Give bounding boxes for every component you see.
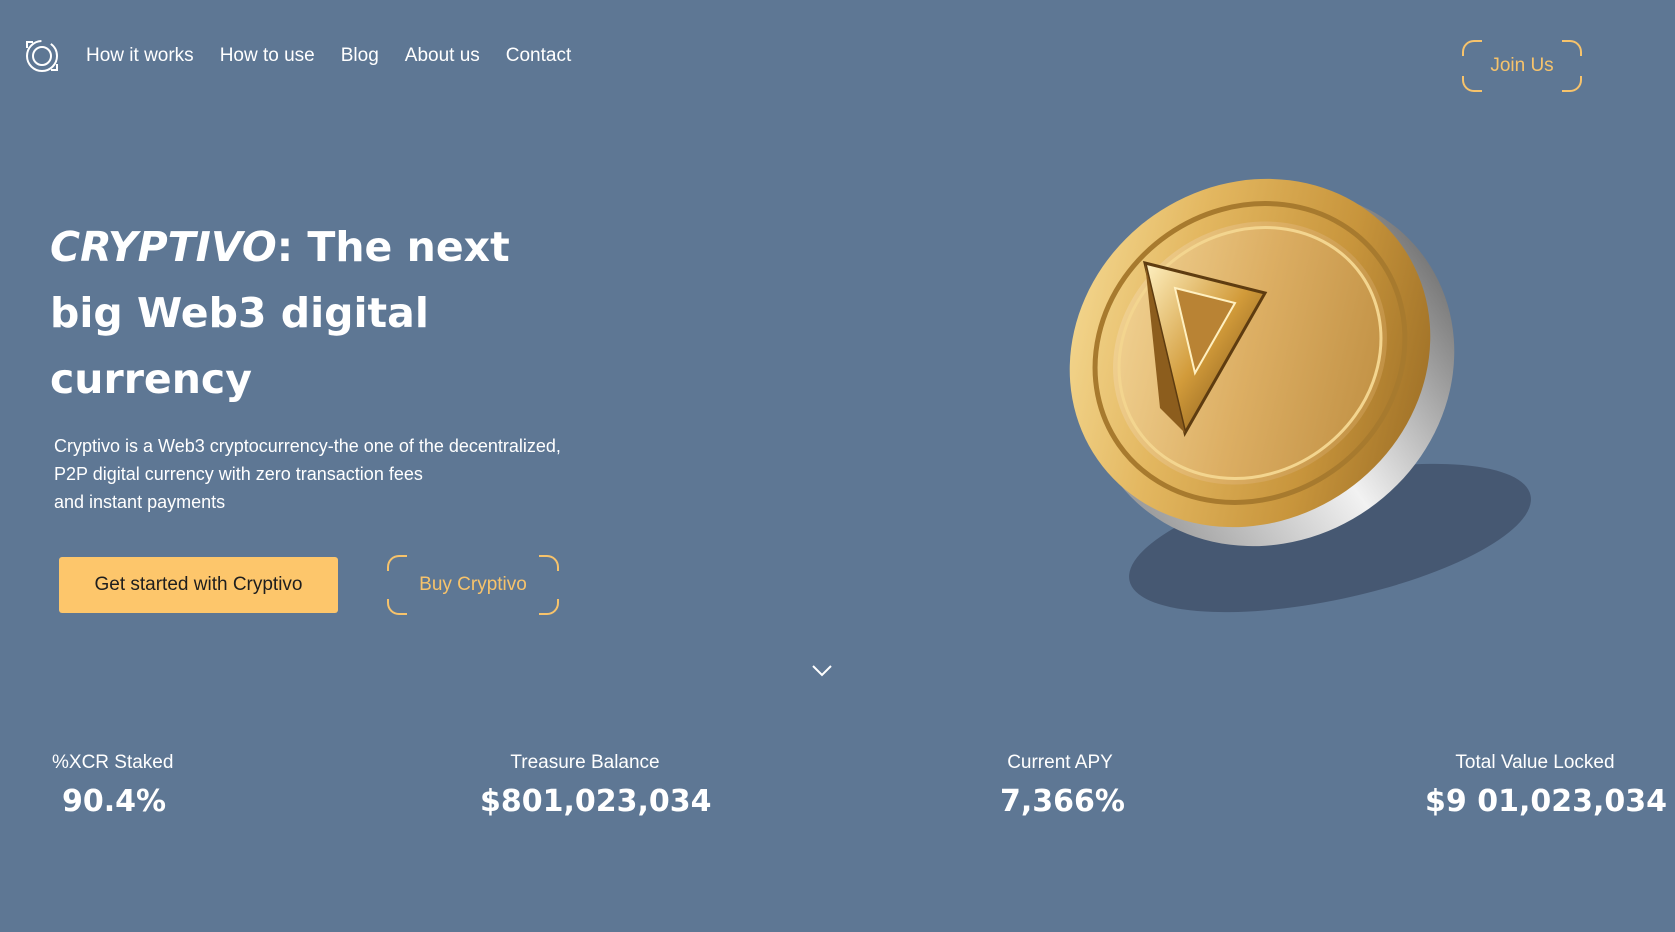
nav-link-about-us[interactable]: About us [405, 45, 480, 67]
hero-description-line: P2P digital currency with zero transacti… [54, 464, 423, 484]
stat-xcr-staked: %XCR Staked 90.4% [52, 752, 173, 819]
buy-cryptivo-label: Buy Cryptivo [419, 574, 527, 595]
join-us-label: Join Us [1490, 55, 1554, 76]
stat-value: $801,023,034 [480, 784, 712, 819]
hero-description-line: Cryptivo is a Web3 cryptocurrency-the on… [54, 436, 561, 456]
buy-cryptivo-button[interactable]: Buy Cryptivo [387, 555, 559, 615]
cryptivo-logo-icon[interactable] [24, 38, 60, 74]
hero-title-brand: CRYPTIVO [50, 223, 277, 271]
stat-total-value-locked: Total Value Locked $9 01,023,034 [1425, 752, 1667, 819]
stat-value: 90.4% [62, 784, 167, 819]
hero-description: Cryptivo is a Web3 cryptocurrency-the on… [54, 432, 614, 516]
hero-description-line: and instant payments [54, 492, 226, 512]
gold-coin-illustration [1069, 178, 1531, 613]
stat-value: $9 01,023,034 [1425, 784, 1667, 819]
join-us-button[interactable]: Join Us [1462, 40, 1582, 92]
nav-link-blog[interactable]: Blog [341, 45, 379, 67]
nav-link-contact[interactable]: Contact [506, 45, 571, 67]
stat-value: 7,366% [1000, 784, 1125, 819]
stat-label: Total Value Locked [1455, 752, 1615, 773]
bracket-corner [387, 599, 407, 615]
bracket-corner [1562, 76, 1582, 92]
bracket-corner [1562, 40, 1582, 56]
chevron-down-icon[interactable] [811, 664, 833, 678]
bracket-corner [539, 599, 559, 615]
stat-label: %XCR Staked [52, 752, 174, 773]
stat-treasure-balance: Treasure Balance $801,023,034 [480, 752, 712, 819]
nav-links: How it works How to use Blog About us Co… [86, 45, 571, 67]
bracket-corner [539, 555, 559, 571]
stat-label: Treasure Balance [510, 752, 660, 773]
nav-link-how-to-use[interactable]: How to use [220, 45, 315, 67]
hero-title: CRYPTIVO: The next big Web3 digital curr… [50, 214, 570, 412]
nav-link-how-it-works[interactable]: How it works [86, 45, 194, 67]
stat-current-apy: Current APY 7,366% [1000, 752, 1125, 819]
bracket-corner [1462, 40, 1482, 56]
top-nav: How it works How to use Blog About us Co… [24, 36, 571, 76]
stat-label: Current APY [1007, 752, 1113, 773]
bracket-corner [387, 555, 407, 571]
get-started-button[interactable]: Get started with Cryptivo [59, 557, 338, 613]
bracket-corner [1462, 76, 1482, 92]
